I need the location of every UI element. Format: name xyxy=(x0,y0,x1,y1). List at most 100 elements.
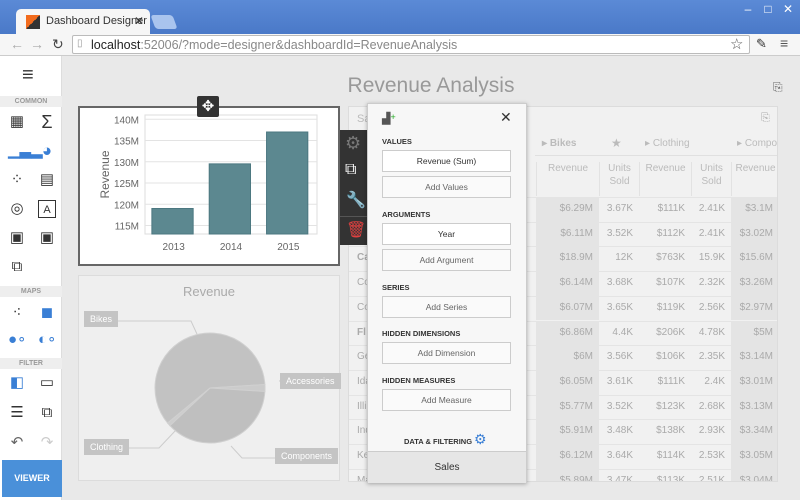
grid-cell: 3.47K xyxy=(606,474,633,481)
text-box-item-icon[interactable]: A xyxy=(38,200,56,218)
star-icon[interactable]: ★ xyxy=(611,136,622,150)
add-values-button[interactable]: Add Values xyxy=(382,176,511,198)
close-window-button[interactable]: ✕ xyxy=(778,2,798,16)
image-item-icon[interactable]: ▣ xyxy=(8,229,26,247)
grid-cell: $206K xyxy=(656,326,685,338)
grid-cell: 12K xyxy=(615,252,633,264)
grid-cell: $123K xyxy=(656,400,685,412)
pie-map-icon[interactable]: ◐∘ xyxy=(38,331,56,349)
group-item-icon[interactable]: ⧉ xyxy=(8,258,26,276)
delete-icon[interactable]: 🗑 xyxy=(346,220,366,240)
list-box-icon[interactable]: ☰ xyxy=(8,404,26,422)
cards-item-icon[interactable]: ▤ xyxy=(38,171,56,189)
geo-point-map-icon[interactable]: ⁖ xyxy=(8,304,26,322)
add-series-button[interactable]: Add Series xyxy=(382,296,511,318)
hidden-dimensions-label: HIDDEN DIMENSIONS xyxy=(382,329,461,338)
year-argument[interactable]: Year xyxy=(382,223,511,245)
bar-chart: 115M 120M 125M 130M 135M 140M Revenue 2013 2014 2… xyxy=(98,114,318,253)
grid-group-header[interactable]: ▸ Bikes xyxy=(542,138,577,149)
scatter-item-icon[interactable]: ⁘ xyxy=(8,171,26,189)
new-tab-button[interactable] xyxy=(150,15,178,29)
browser-tab[interactable]: Dashboard Designer - ASP✕ xyxy=(16,9,150,35)
grid-cell: $113K xyxy=(656,474,685,481)
undo-icon[interactable]: ↶ xyxy=(8,434,26,452)
item-toolbar: ⚙ ⧉ 🔧 🗑 xyxy=(340,130,368,245)
close-icon[interactable]: ✕ xyxy=(500,109,512,126)
grid-item-icon[interactable]: ▦ xyxy=(8,113,26,131)
reload-icon[interactable]: ↻ xyxy=(52,36,64,53)
data-filtering-gear-icon[interactable]: ⚙ xyxy=(474,431,487,448)
grid-subheader: Revenue xyxy=(536,162,599,196)
bar-2014[interactable] xyxy=(208,163,251,235)
chart-add-icon: ▟+ xyxy=(382,112,396,125)
bookmark-star-icon[interactable]: ☆ xyxy=(730,35,743,53)
add-argument-button[interactable]: Add Argument xyxy=(382,249,511,271)
menu-icon[interactable]: ≡ xyxy=(780,35,788,51)
grid-cell: 3.61K xyxy=(606,375,633,387)
close-tab-icon[interactable]: ✕ xyxy=(134,14,144,28)
maximize-button[interactable]: □ xyxy=(758,2,778,16)
grid-cell: $114K xyxy=(656,450,685,461)
range-filter-icon[interactable]: ◧ xyxy=(8,374,26,392)
hamburger-menu-icon[interactable]: ≡ xyxy=(22,64,34,87)
viewer-button[interactable]: VIEWER xyxy=(2,460,62,497)
forward-icon[interactable]: → xyxy=(30,36,44,52)
grid-group-header[interactable]: ▸ Clothing xyxy=(645,138,690,149)
arguments-section-label: ARGUMENTS xyxy=(382,210,431,219)
move-handle-icon[interactable]: ✥ xyxy=(197,96,219,117)
grid-subheader: Units Sold xyxy=(691,162,731,196)
hidden-measures-label: HIDDEN MEASURES xyxy=(382,376,456,385)
grid-cell: $18.9M xyxy=(536,246,599,272)
grid-cell: $3.02M xyxy=(731,221,777,247)
data-source-sales[interactable]: Sales xyxy=(368,451,526,483)
y-tick-label: 125M xyxy=(114,179,139,190)
minimize-button[interactable]: – xyxy=(738,2,758,16)
grid-cell: $5.77M xyxy=(536,394,599,420)
grid-cell: 2.53K xyxy=(698,450,725,461)
grid-group-header[interactable]: ▸ Compone xyxy=(737,138,777,149)
chart-item-icon[interactable]: ▁▃▂ xyxy=(8,142,43,160)
convert-icon[interactable]: ⧉ xyxy=(345,161,356,179)
back-icon[interactable]: ← xyxy=(10,36,24,52)
revenue-sum-value[interactable]: Revenue (Sum) xyxy=(382,150,511,172)
y-tick-label: 120M xyxy=(114,200,139,211)
grid-cell: $3.05M xyxy=(731,444,777,469)
bar-chart-item[interactable]: 115M 120M 125M 130M 135M 140M Revenue 2013 2014 2… xyxy=(78,106,340,266)
extension-icon[interactable]: ✎ xyxy=(756,36,767,52)
grid-cell: $112K xyxy=(656,227,685,239)
grid-cell: $6.11M xyxy=(536,221,599,247)
export-icon[interactable]: ⎘ xyxy=(773,80,783,95)
bubble-map-icon[interactable]: ●∘ xyxy=(8,331,26,349)
grid-cell: $119K xyxy=(656,301,685,313)
bar-2013[interactable] xyxy=(151,208,194,235)
combo-box-icon[interactable]: ▭ xyxy=(38,374,56,392)
grid-cell: $6.12M xyxy=(536,444,599,469)
grid-cell: $3.01M xyxy=(731,369,777,395)
section-maps: MAPS xyxy=(0,286,62,297)
pie-chart-item[interactable]: Revenue Bikes Accessories Components Clo… xyxy=(78,275,341,481)
grid-cell: $3.13M xyxy=(731,394,777,420)
add-measure-button[interactable]: Add Measure xyxy=(382,389,511,411)
url-input[interactable]: ▯ localhost:52006/?mode=designer&dashboar… xyxy=(72,35,750,54)
grid-cell: $6.29M xyxy=(536,197,599,222)
x-tick-label: 2014 xyxy=(220,242,243,253)
grid-cell: 2.32K xyxy=(698,277,725,289)
choropleth-map-icon[interactable]: ◼ xyxy=(38,304,56,322)
grid-cell: 2.4K xyxy=(704,375,725,387)
grid-cell: 3.56K xyxy=(606,351,633,363)
grid-cell: 2.93K xyxy=(698,425,725,437)
grid-subheader: Revenue xyxy=(639,162,691,196)
gauge-item-icon[interactable]: ◎ xyxy=(8,200,26,218)
bound-image-item-icon[interactable]: ▣ xyxy=(38,229,56,247)
card-sum-icon[interactable]: Σ xyxy=(38,113,56,131)
tree-view-icon[interactable]: ⧉ xyxy=(38,404,56,422)
x-tick-label: 2013 xyxy=(163,242,186,253)
wrench-icon[interactable]: 🔧 xyxy=(346,190,366,210)
bar-2015[interactable] xyxy=(266,131,309,235)
gear-icon[interactable]: ⚙ xyxy=(345,133,361,154)
add-dimension-button[interactable]: Add Dimension xyxy=(382,342,511,364)
grid-cell: 3.64K xyxy=(606,450,633,461)
pie-item-icon[interactable]: ◕ xyxy=(38,142,56,160)
redo-icon[interactable]: ↷ xyxy=(38,434,56,452)
grid-cell: 4.78K xyxy=(698,326,725,338)
